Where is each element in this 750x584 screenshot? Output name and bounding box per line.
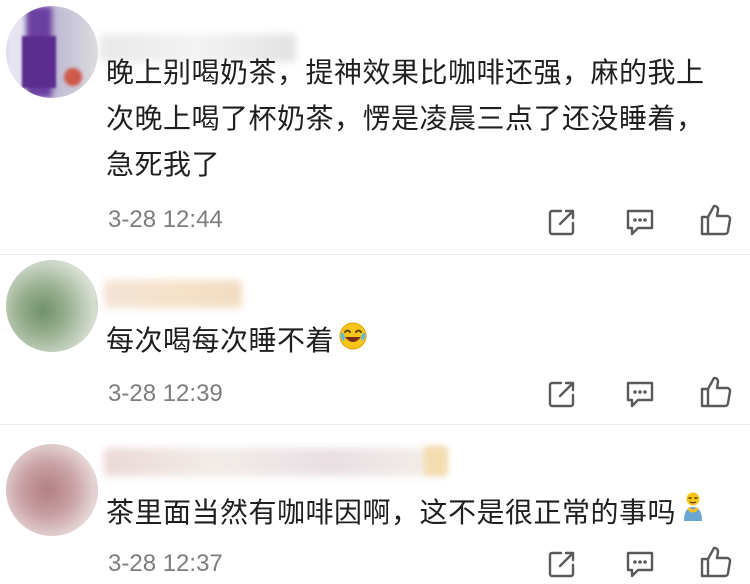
reply-comment-icon xyxy=(626,209,654,236)
comment-timestamp: 3-28 12:39 xyxy=(108,380,223,407)
comment-timestamp: 3-28 12:37 xyxy=(108,550,223,577)
reply-comment-icon xyxy=(626,551,654,578)
share-icon xyxy=(548,381,575,408)
comment-item: 晚上别喝奶茶，提神效果比咖啡还强，麻的我上 次晚上喝了杯奶茶，愣是凌晨三点了还没… xyxy=(0,0,750,250)
reply-button[interactable] xyxy=(622,204,658,240)
reply-button[interactable] xyxy=(622,376,658,412)
comment-divider xyxy=(0,424,750,425)
comment-text-line: 每次喝每次睡不着 xyxy=(106,324,335,357)
like-button[interactable] xyxy=(698,202,734,238)
comment-text: 每次喝每次睡不着 xyxy=(106,318,746,365)
username-blurred[interactable] xyxy=(104,280,242,308)
comment-item: 每次喝每次睡不着 3-28 12:39 xyxy=(0,256,750,426)
thumbs-up-icon xyxy=(700,204,732,236)
share-icon xyxy=(548,209,575,236)
vip-badge-blurred xyxy=(424,446,448,476)
thumbs-up-icon xyxy=(700,376,732,408)
share-button[interactable] xyxy=(544,376,580,412)
like-button[interactable] xyxy=(698,374,734,410)
comment-text-line: 急死我了 xyxy=(106,148,221,181)
share-icon xyxy=(548,551,575,578)
username-blurred[interactable] xyxy=(104,448,444,476)
avatar[interactable] xyxy=(6,260,98,352)
reply-button[interactable] xyxy=(622,546,658,582)
comment-text-line: 茶里面当然有咖啡因啊，这不是很正常的事吗 xyxy=(106,496,677,529)
comment-text-line: 次晚上喝了杯奶茶，愣是凌晨三点了还没睡着， xyxy=(106,102,705,135)
comment-text: 晚上别喝奶茶，提神效果比咖啡还强，麻的我上 次晚上喝了杯奶茶，愣是凌晨三点了还没… xyxy=(106,50,746,188)
share-button[interactable] xyxy=(544,546,580,582)
avatar-badge xyxy=(64,68,82,86)
thinking-figure-emoji xyxy=(680,491,706,537)
comment-item: 茶里面当然有咖啡因啊，这不是很正常的事吗 3-28 12:37 xyxy=(0,426,750,584)
comment-text: 茶里面当然有咖啡因啊，这不是很正常的事吗 xyxy=(106,490,746,537)
avatar[interactable] xyxy=(6,444,98,536)
comment-timestamp: 3-28 12:44 xyxy=(108,206,223,233)
comment-divider xyxy=(0,254,750,255)
laughing-crying-emoji xyxy=(338,319,368,365)
reply-comment-icon xyxy=(626,381,654,408)
share-button[interactable] xyxy=(544,204,580,240)
avatar[interactable] xyxy=(6,6,98,98)
comment-text-line: 晚上别喝奶茶，提神效果比咖啡还强，麻的我上 xyxy=(106,56,705,89)
like-button[interactable] xyxy=(698,544,734,580)
thumbs-up-icon xyxy=(700,546,732,578)
